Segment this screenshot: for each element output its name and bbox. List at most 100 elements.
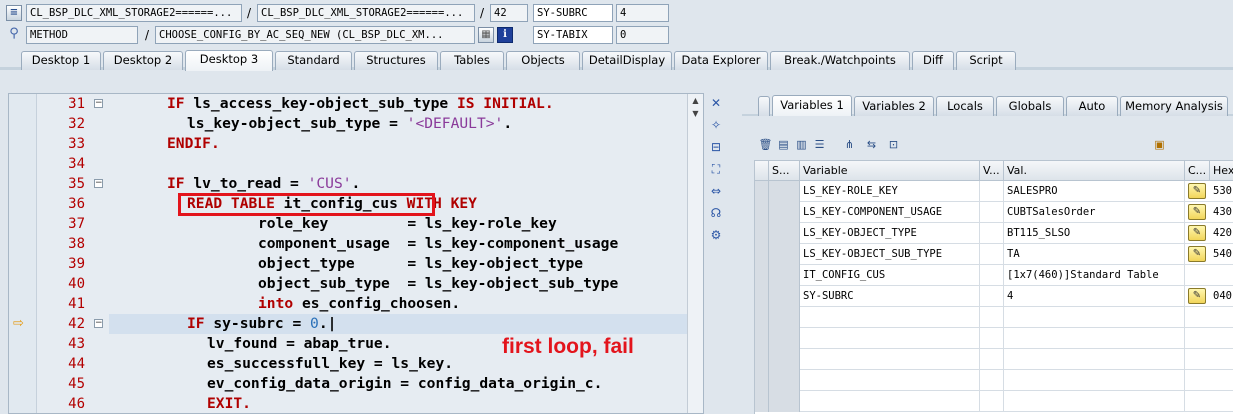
variable-name-cell[interactable]	[800, 391, 980, 412]
row-selector[interactable]	[755, 286, 769, 307]
row-selector-header[interactable]	[755, 161, 769, 181]
column-header-hex[interactable]: Hex	[1210, 161, 1233, 181]
value-cell[interactable]: BT115_SLSO	[1004, 223, 1185, 244]
event-name-field[interactable]: CHOOSE_CONFIG_BY_AC_SEQ_NEW (CL_BSP_DLC_…	[155, 26, 475, 44]
collapse-icon[interactable]: −	[94, 99, 103, 108]
system-variable-value-field[interactable]: 4	[616, 4, 669, 22]
save-icon[interactable]: ▣	[1152, 137, 1167, 152]
column-header-value[interactable]: Val.	[1004, 161, 1185, 181]
service-icon[interactable]: ☊	[708, 205, 724, 221]
row-selector[interactable]	[755, 202, 769, 223]
table-row[interactable]: LS_KEY-OBJECT_SUB_TYPE TA ✎ 540	[755, 244, 1233, 265]
row-selector[interactable]	[755, 244, 769, 265]
value-cell[interactable]: 4	[1004, 286, 1185, 307]
collapse-icon[interactable]: −	[94, 319, 103, 328]
value-cell[interactable]	[1004, 391, 1185, 412]
variable-name-cell[interactable]	[800, 328, 980, 349]
edit-pencil-icon[interactable]: ✎	[1188, 246, 1206, 262]
column-header-change[interactable]: C...	[1185, 161, 1210, 181]
variable-name-cell[interactable]: LS_KEY-COMPONENT_USAGE	[800, 202, 980, 223]
empty-table-row[interactable]	[755, 391, 1233, 412]
tab-data-explorer[interactable]: Data Explorer	[674, 51, 768, 70]
table-row[interactable]: SY-SUBRC 4 ✎ 040	[755, 286, 1233, 307]
row-selector[interactable]	[755, 391, 769, 412]
maximize-icon[interactable]: ⛶	[708, 161, 724, 177]
tab-structures[interactable]: Structures	[354, 51, 438, 70]
edit-pencil-icon[interactable]: ✎	[1188, 288, 1206, 304]
tab-desktop-2[interactable]: Desktop 2	[103, 51, 183, 70]
variables-table[interactable]: S... Variable V... Val. C... Hex LS_KEY-…	[754, 160, 1233, 414]
value-cell[interactable]	[1004, 307, 1185, 328]
tab-desktop-3[interactable]: Desktop 3	[185, 50, 273, 71]
tab-diff[interactable]: Diff	[912, 51, 954, 70]
variable-name-cell[interactable]	[800, 349, 980, 370]
tab-variables-2[interactable]: Variables 2	[854, 96, 934, 116]
tab-scroll-left[interactable]	[758, 96, 770, 116]
variable-name-cell[interactable]: LS_KEY-OBJECT_TYPE	[800, 223, 980, 244]
tab-variables-1[interactable]: Variables 1	[772, 95, 852, 116]
variable-name-cell[interactable]: LS_KEY-OBJECT_SUB_TYPE	[800, 244, 980, 265]
value-cell[interactable]	[1004, 370, 1185, 391]
edit-pencil-icon[interactable]: ✎	[1188, 225, 1206, 241]
system-variable-name-field[interactable]: SY-TABIX	[533, 26, 613, 44]
system-variable-value-field[interactable]: 0	[616, 26, 669, 44]
empty-table-row[interactable]	[755, 349, 1233, 370]
tab-locals[interactable]: Locals	[936, 96, 994, 116]
scroll-down-arrow-icon[interactable]: ▼	[690, 109, 701, 118]
table-row[interactable]: LS_KEY-OBJECT_TYPE BT115_SLSO ✎ 420	[755, 223, 1233, 244]
tab-script[interactable]: Script	[956, 51, 1016, 70]
tab-tables[interactable]: Tables	[440, 51, 504, 70]
variable-name-cell[interactable]: LS_KEY-ROLE_KEY	[800, 181, 980, 202]
include-field[interactable]: CL_BSP_DLC_XML_STORAGE2======...	[257, 4, 475, 22]
new-tool-icon[interactable]: ✧	[708, 117, 724, 133]
source-code-editor[interactable]: 31 − IF ls_access_key-object_sub_type IS…	[8, 93, 704, 414]
tab-auto[interactable]: Auto	[1066, 96, 1118, 116]
append-row-icon[interactable]: ▥	[794, 137, 809, 152]
tab-desktop-1[interactable]: Desktop 1	[21, 51, 101, 70]
variable-name-cell[interactable]: IT_CONFIG_CUS	[800, 265, 980, 286]
value-cell[interactable]: [1x7(460)]Standard Table	[1004, 265, 1185, 286]
hierarchy-icon[interactable]: ⊟	[708, 139, 724, 155]
navigate-icon[interactable]: ⇆	[864, 137, 879, 152]
tab-breakpoints-watchpoints[interactable]: Break./Watchpoints	[770, 51, 910, 70]
value-cell[interactable]: TA	[1004, 244, 1185, 265]
event-type-field[interactable]: METHOD	[26, 26, 138, 44]
line-number-field[interactable]: 42	[490, 4, 528, 22]
swap-icon[interactable]: ⇔	[708, 183, 724, 199]
close-icon[interactable]: ✕	[708, 95, 724, 111]
column-header-version[interactable]: V...	[980, 161, 1004, 181]
row-selector[interactable]	[755, 307, 769, 328]
tab-standard[interactable]: Standard	[275, 51, 352, 70]
collapse-icon[interactable]: −	[94, 179, 103, 188]
column-header-variable[interactable]: Variable	[800, 161, 980, 181]
tab-memory-analysis[interactable]: Memory Analysis	[1120, 96, 1228, 116]
row-selector[interactable]	[755, 223, 769, 244]
row-selector[interactable]	[755, 370, 769, 391]
delete-icon[interactable]: 🗑	[758, 137, 773, 152]
column-header-status[interactable]: S...	[769, 161, 800, 181]
tag-icon[interactable]: ⊡	[886, 137, 901, 152]
row-selector[interactable]	[755, 181, 769, 202]
empty-table-row[interactable]	[755, 328, 1233, 349]
tab-detail-display[interactable]: DetailDisplay	[582, 51, 672, 70]
variable-name-cell[interactable]: SY-SUBRC	[800, 286, 980, 307]
table-row[interactable]: IT_CONFIG_CUS [1x7(460)]Standard Table	[755, 265, 1233, 286]
variable-name-cell[interactable]	[800, 307, 980, 328]
editor-vertical-scrollbar[interactable]: ▲ ▼	[687, 94, 703, 413]
table-row[interactable]: LS_KEY-ROLE_KEY SALESPRO ✎ 530	[755, 181, 1233, 202]
value-cell[interactable]: SALESPRO	[1004, 181, 1185, 202]
table-row[interactable]: LS_KEY-COMPONENT_USAGE CUBTSalesOrder ✎ …	[755, 202, 1233, 223]
empty-table-row[interactable]	[755, 307, 1233, 328]
tree-icon[interactable]: ⋔	[842, 137, 857, 152]
program-field[interactable]: CL_BSP_DLC_XML_STORAGE2======...	[26, 4, 242, 22]
value-cell[interactable]	[1004, 349, 1185, 370]
layout-icon[interactable]: ⚙	[708, 227, 724, 243]
system-variable-name-field[interactable]: SY-SUBRC	[533, 4, 613, 22]
structure-icon[interactable]: ▦	[478, 27, 494, 43]
tab-objects[interactable]: Objects	[506, 51, 580, 70]
tab-globals[interactable]: Globals	[996, 96, 1064, 116]
insert-row-icon[interactable]: ▤	[776, 137, 791, 152]
variable-name-cell[interactable]	[800, 370, 980, 391]
row-selector[interactable]	[755, 265, 769, 286]
row-selector[interactable]	[755, 328, 769, 349]
